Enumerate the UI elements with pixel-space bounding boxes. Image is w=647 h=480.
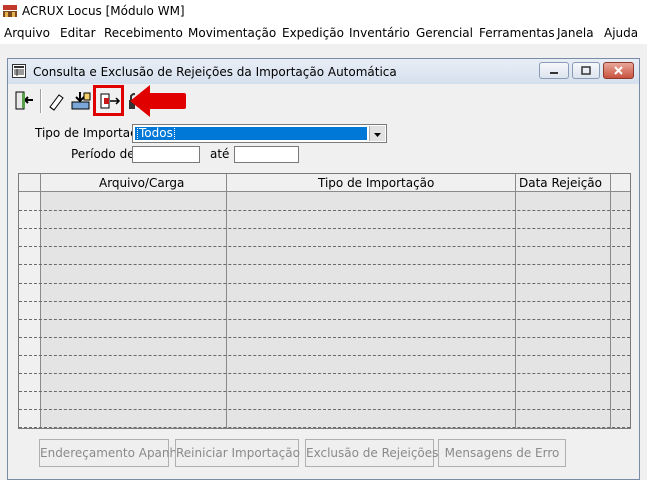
rejections-window: Consulta e Exclusão de Rejeições da Impo… xyxy=(7,58,640,480)
table-row[interactable] xyxy=(19,318,630,320)
app-title-bar: ACRUX Locus [Módulo WM] xyxy=(0,0,647,22)
exit-button[interactable] xyxy=(13,89,37,113)
selected-option: Todos xyxy=(135,126,367,141)
red-arrow-icon xyxy=(130,85,186,117)
enderecamento-apanha-button[interactable]: Endereçamento Apanha xyxy=(39,439,184,467)
table-row[interactable] xyxy=(19,264,630,266)
col-tipo-importacao[interactable]: Tipo de Importação xyxy=(318,176,434,190)
table-row[interactable] xyxy=(19,228,630,230)
dropdown-button[interactable] xyxy=(369,126,385,141)
table-row[interactable] xyxy=(19,409,630,411)
chevron-down-icon xyxy=(374,133,381,137)
reiniciar-importacao-button[interactable]: Reiniciar Importação xyxy=(175,439,300,467)
table-row[interactable] xyxy=(19,300,630,302)
mensagens-erro-button[interactable]: Mensagens de Erro xyxy=(438,439,566,467)
restore-icon xyxy=(581,66,591,75)
exit-icon xyxy=(15,91,33,110)
exclusao-rejeicoes-button[interactable]: Exclusão de Rejeições xyxy=(305,439,438,467)
app-title: ACRUX Locus [Módulo WM] xyxy=(22,4,185,18)
highlight-box xyxy=(93,85,124,116)
menu-ajuda[interactable]: Ajuda xyxy=(604,26,638,40)
table-row[interactable] xyxy=(19,391,630,393)
tipo-importacao-select[interactable]: Todos xyxy=(132,124,387,143)
periodo-ate-input[interactable] xyxy=(234,146,299,163)
menu-janela[interactable]: Janela xyxy=(557,26,594,40)
ate-label: até xyxy=(210,147,230,161)
menu-editar[interactable]: Editar xyxy=(60,26,96,40)
menu-expedicao[interactable]: Expedição xyxy=(282,26,344,40)
window-icon xyxy=(12,64,26,78)
col-data-rejeicao[interactable]: Data Rejeição xyxy=(519,176,602,190)
minimize-icon xyxy=(550,72,558,74)
periodo-de-input[interactable] xyxy=(132,146,200,163)
table-row[interactable] xyxy=(19,210,630,212)
toolbar-separator xyxy=(40,89,42,113)
grid-header: Arquivo/Carga Tipo de Importação Data Re… xyxy=(19,174,630,192)
table-row[interactable] xyxy=(19,336,630,338)
menu-bar: Arquivo Editar Recebimento Movimentação … xyxy=(0,22,647,44)
restore-button[interactable] xyxy=(572,62,600,79)
minimize-button[interactable] xyxy=(539,62,569,79)
menu-recebimento[interactable]: Recebimento xyxy=(104,26,183,40)
table-row[interactable] xyxy=(19,373,630,374)
menu-arquivo[interactable]: Arquivo xyxy=(4,26,50,40)
import-icon xyxy=(71,92,91,110)
menu-movimentacao[interactable]: Movimentação xyxy=(188,26,276,40)
menu-inventario[interactable]: Inventário xyxy=(349,26,410,40)
window-title: Consulta e Exclusão de Rejeições da Impo… xyxy=(33,65,397,79)
acrux-logo-icon xyxy=(3,5,17,17)
close-button[interactable] xyxy=(603,62,634,79)
close-icon xyxy=(614,66,623,75)
menu-ferramentas[interactable]: Ferramentas xyxy=(479,26,555,40)
table-row[interactable] xyxy=(19,427,630,429)
table-row[interactable] xyxy=(19,282,630,284)
col-arquivo-carga[interactable]: Arquivo/Carga xyxy=(99,176,184,190)
menu-gerencial[interactable]: Gerencial xyxy=(416,26,473,40)
selected-option-text: Todos xyxy=(137,126,175,141)
periodo-label: Período de xyxy=(71,147,135,161)
table-row[interactable] xyxy=(19,354,630,356)
import-button[interactable] xyxy=(69,89,93,113)
window-title-bar[interactable]: Consulta e Exclusão de Rejeições da Impo… xyxy=(8,59,639,84)
eraser-icon xyxy=(49,94,64,111)
clear-button[interactable] xyxy=(44,89,68,113)
table-row[interactable] xyxy=(19,246,630,248)
rejections-grid[interactable]: Arquivo/Carga Tipo de Importação Data Re… xyxy=(18,173,631,429)
